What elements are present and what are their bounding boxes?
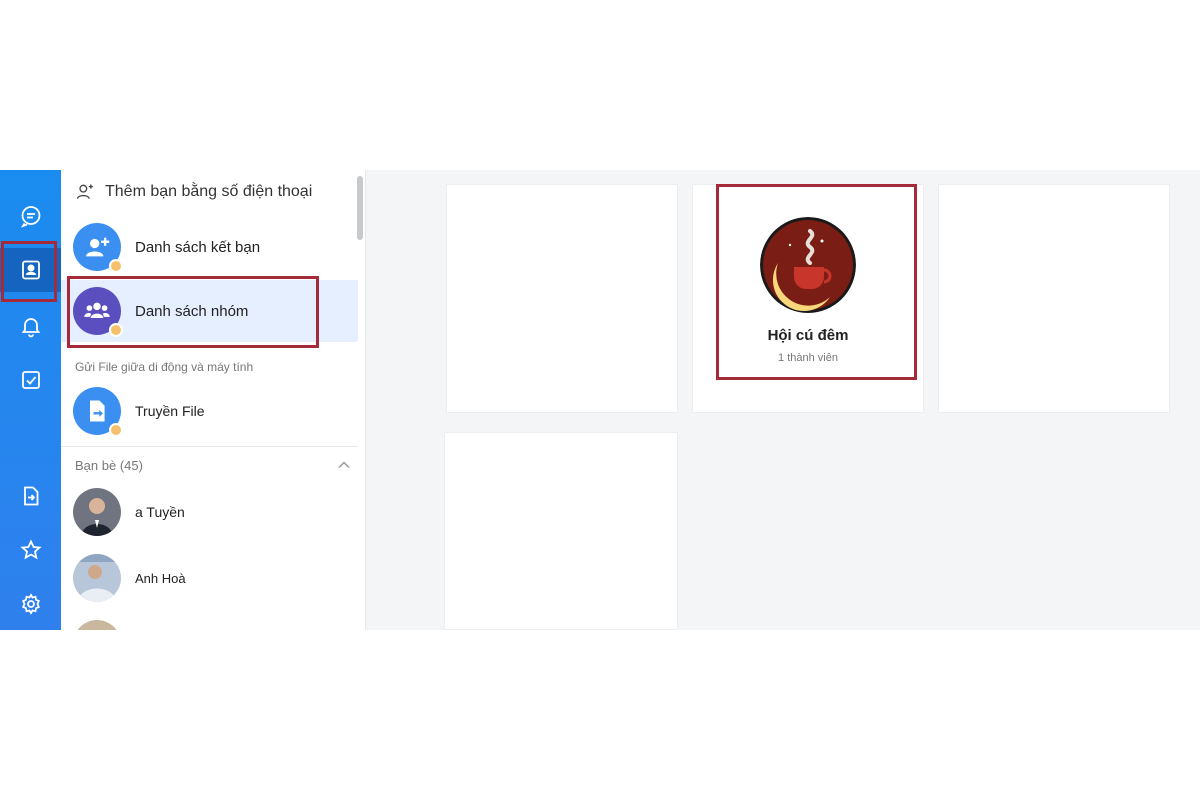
file-transfer-icon xyxy=(23,486,38,506)
file-send-icon xyxy=(90,400,105,422)
group-card[interactable]: Hội cú đêm 1 thành viên xyxy=(692,184,924,413)
add-friend-by-phone-label: Thêm bạn bằng số điện thoại xyxy=(105,183,313,200)
person-photo-icon xyxy=(73,620,121,630)
group-avatar xyxy=(760,217,856,313)
group-name: Hội cú đêm xyxy=(767,327,849,344)
rail-settings-button[interactable] xyxy=(0,582,61,626)
verified-badge xyxy=(109,423,123,437)
chevron-up-icon[interactable] xyxy=(337,458,351,472)
rail-notifications-button[interactable] xyxy=(0,304,61,348)
person-photo-icon xyxy=(73,488,121,536)
group-list-item[interactable]: Danh sách nhóm xyxy=(61,280,358,342)
avatar xyxy=(73,488,121,536)
file-transfer-avatar xyxy=(73,387,123,437)
friend-row[interactable] xyxy=(61,614,358,630)
add-friend-by-phone-button[interactable]: Thêm bạn bằng số điện thoại xyxy=(75,182,312,202)
gear-icon xyxy=(21,593,40,615)
file-transfer-label: Truyền File xyxy=(135,403,205,419)
friend-row[interactable]: Anh Hoà xyxy=(61,548,358,608)
chat-icon xyxy=(20,206,40,228)
avatar xyxy=(73,620,121,630)
friend-list-item[interactable]: Danh sách kết bạn xyxy=(61,216,358,278)
friends-section-label: Bạn bè (45) xyxy=(75,458,143,473)
rail-star-button[interactable] xyxy=(0,528,61,572)
group-grid: Hội cú đêm 1 thành viên xyxy=(366,170,1200,630)
group-list-avatar xyxy=(73,287,123,337)
add-user-icon xyxy=(76,184,93,199)
group-list-label: Danh sách nhóm xyxy=(135,302,249,320)
friend-name: a Tuyền xyxy=(135,504,185,520)
todo-check-icon xyxy=(21,371,40,389)
add-friend-icon xyxy=(85,237,110,257)
group-member-count: 1 thành viên xyxy=(778,352,838,364)
star-icon xyxy=(19,539,42,560)
contacts-icon xyxy=(21,260,40,280)
group-card-placeholder[interactable] xyxy=(446,184,678,413)
rail-todo-button[interactable] xyxy=(0,358,61,402)
avatar xyxy=(73,554,121,602)
group-icon xyxy=(84,302,110,318)
friend-row[interactable]: a Tuyền xyxy=(61,482,358,542)
rail-chat-button[interactable] xyxy=(0,194,61,238)
friend-list-label: Danh sách kết bạn xyxy=(135,238,261,256)
contacts-panel: Thêm bạn bằng số điện thoại Danh sách kế… xyxy=(61,170,366,630)
group-card-placeholder[interactable] xyxy=(938,184,1170,413)
verified-badge xyxy=(109,323,123,337)
group-card-placeholder[interactable] xyxy=(444,432,678,630)
coffee-moon-logo-icon xyxy=(760,217,856,313)
file-section-label: Gửi File giữa di động và máy tính xyxy=(75,360,254,374)
rail-file-button[interactable] xyxy=(0,474,61,518)
file-transfer-item[interactable]: Truyền File xyxy=(61,380,358,442)
rail-contacts-button[interactable] xyxy=(0,248,61,292)
app-window: Thêm bạn bằng số điện thoại Danh sách kế… xyxy=(0,170,1200,630)
person-photo-icon xyxy=(73,554,121,602)
verified-badge xyxy=(109,259,123,273)
nav-rail xyxy=(0,170,61,630)
friend-list-avatar xyxy=(73,223,123,273)
bell-icon xyxy=(21,318,40,338)
friend-name: Anh Hoà xyxy=(135,570,186,586)
panel-divider xyxy=(61,446,358,447)
